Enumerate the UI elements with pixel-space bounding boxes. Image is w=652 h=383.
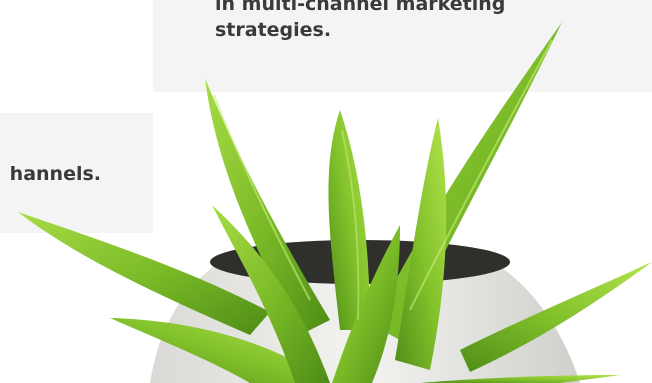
aloe-plant-image [18,22,652,383]
page-canvas: in multi-channel marketing strategies. h… [0,0,652,383]
